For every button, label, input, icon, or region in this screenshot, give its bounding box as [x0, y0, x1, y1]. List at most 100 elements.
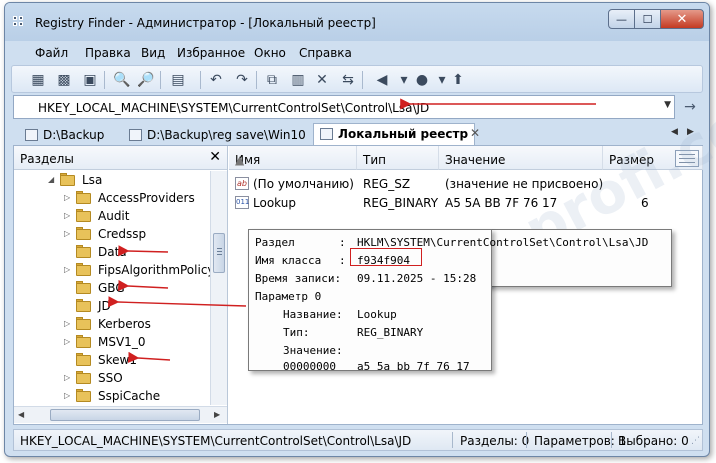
tree-expander-icon[interactable]: ▷ [64, 193, 70, 202]
tooltip-time-label: Время записи: [255, 272, 342, 285]
tree-expander-icon[interactable]: ▷ [64, 319, 70, 328]
table-row[interactable]: ab (По умолчанию) REG_SZ (значение не пр… [229, 175, 703, 193]
class-name-highlight [350, 248, 422, 266]
address-bar[interactable]: HKEY_LOCAL_MACHINE\SYSTEM\CurrentControl… [13, 95, 675, 119]
value-name: (По умолчанию) [253, 177, 354, 191]
toolbar: ▦ ▩ ▣ 🔍 🔎 ▤ ↶ ↷ ⧉ ▥ ✕ ⇆ ◀ ▾ ● ▾ ⬆ [11, 65, 703, 93]
registry-grid-icon[interactable]: ▦ [28, 70, 48, 90]
back-dropdown-icon[interactable]: ▾ [394, 70, 414, 90]
keys-pane: Разделы ✕ ◢ Lsa ▷ AccessProviders ▷ Audit ▷ Cre… [14, 146, 228, 424]
search-icon[interactable]: 🔍 [112, 70, 132, 90]
scroll-left-icon[interactable]: ◀ [18, 410, 24, 419]
tree-expander-icon[interactable]: ▷ [64, 265, 70, 274]
status-bar: HKEY_LOCAL_MACHINE\SYSTEM\CurrentControl… [13, 429, 703, 451]
tab-local-registry[interactable]: Локальный реестр [313, 123, 476, 145]
menu-help[interactable]: Справка [299, 46, 352, 60]
tooltip-class-label: Имя класса [255, 254, 322, 267]
registry-connect-icon[interactable]: ▣ [80, 70, 100, 90]
menu-edit[interactable]: Правка [85, 46, 131, 60]
address-dropdown-icon[interactable]: ▼ [664, 100, 671, 110]
tree-item-label: AccessProviders [98, 191, 195, 205]
column-type[interactable]: Тип [357, 146, 439, 170]
tooltip-section-label: Раздел [255, 236, 295, 249]
address-path[interactable]: HKEY_LOCAL_MACHINE\SYSTEM\CurrentControl… [38, 101, 429, 115]
tab-close-icon[interactable]: ✕ [470, 126, 480, 140]
column-name[interactable]: Имя ▲ [229, 146, 357, 170]
menu-view[interactable]: Вид [141, 46, 165, 60]
export-icon[interactable]: ▤ [168, 70, 188, 90]
tree-item-label: Skew1 [98, 353, 137, 367]
tree-item-label: Lsa [82, 173, 103, 187]
tree-expander-icon[interactable]: ▷ [64, 229, 70, 238]
folder-icon [76, 371, 92, 384]
folder-icon [60, 173, 76, 186]
menu-bar: Файл Правка Вид Избранное Окно Справка [13, 43, 701, 63]
tooltip-sep: : [339, 254, 346, 267]
tree-item-label: Credssp [98, 227, 147, 241]
registry-gear-icon[interactable]: ▩ [54, 70, 74, 90]
menu-file[interactable]: Файл [35, 46, 68, 60]
tree-scroll-thumb[interactable] [213, 233, 225, 273]
menu-favorites[interactable]: Избранное [177, 46, 245, 60]
tree-expander-icon[interactable]: ▷ [64, 391, 70, 400]
redo-icon[interactable]: ↷ [232, 70, 252, 90]
tree-expander-icon[interactable]: ◢ [48, 175, 54, 184]
close-button[interactable]: ✕ [660, 9, 704, 29]
forward-icon[interactable]: ● [412, 70, 432, 90]
tree-horizontal-scrollbar[interactable]: ◀ ▶ [14, 406, 227, 423]
tab-backup[interactable]: D:\Backup [19, 125, 110, 145]
tab-label: D:\Backup [43, 128, 105, 142]
tooltip-time-value: 09.11.2025 - 15:28 [357, 272, 477, 285]
value-data: A5 5A BB 7F 76 17 [445, 196, 558, 210]
key-tree: ◢ Lsa ▷ AccessProviders ▷ Audit ▷ Credssp Data ▷ F… [14, 171, 210, 405]
tree-hscroll-thumb[interactable] [50, 409, 200, 421]
string-value-icon: ab [235, 177, 249, 190]
tree-vertical-scrollbar[interactable] [210, 171, 227, 405]
value-name: Lookup [253, 196, 296, 210]
maximize-button[interactable]: ☐ [634, 9, 661, 29]
keys-pane-close-icon[interactable]: ✕ [209, 149, 221, 165]
drive-icon [25, 129, 38, 141]
minimize-button[interactable]: — [608, 9, 635, 29]
back-icon[interactable]: ◀ [372, 70, 392, 90]
column-label: Значение [445, 153, 506, 167]
status-sections: Разделы: 0 [460, 434, 530, 448]
folder-icon [76, 227, 92, 240]
column-value[interactable]: Значение [439, 146, 603, 170]
tree-item-label: Data [98, 245, 127, 259]
tree-expander-icon[interactable]: ▷ [64, 373, 70, 382]
rename-icon[interactable]: ⇆ [338, 70, 358, 90]
folder-icon [76, 335, 92, 348]
status-params: Параметров: 1 [534, 434, 627, 448]
binary-value-icon: 011 [235, 196, 249, 209]
delete-icon[interactable]: ✕ [312, 70, 332, 90]
tab-scroll-left-icon[interactable]: ◀ [671, 127, 678, 137]
copy-icon[interactable]: ⧉ [262, 70, 282, 90]
tab-backup-win10[interactable]: D:\Backup\reg save\Win10 [123, 125, 312, 145]
view-grid-icon[interactable] [675, 150, 699, 167]
folder-icon [76, 191, 92, 204]
table-row[interactable]: 011 Lookup REG_BINARY A5 5A BB 7F 76 17 … [229, 194, 703, 212]
resize-grip-icon[interactable]: ⋰ [691, 436, 700, 446]
paste-icon[interactable]: ▥ [288, 70, 308, 90]
folder-icon [76, 389, 92, 402]
menu-window[interactable]: Окно [254, 46, 286, 60]
up-level-icon[interactable]: ⬆ [448, 70, 468, 90]
value-type: REG_SZ [363, 177, 411, 191]
app-icon [13, 16, 29, 30]
tree-item-label: FipsAlgorithmPolicy [98, 263, 210, 277]
scroll-right-icon[interactable]: ▶ [214, 410, 220, 419]
window-title: Registry Finder - Администратор - [Локал… [35, 16, 376, 30]
tab-scroll-right-icon[interactable]: ▶ [687, 127, 694, 137]
tree-expander-icon[interactable]: ▷ [64, 337, 70, 346]
go-arrow-icon[interactable]: → [681, 99, 699, 115]
undo-icon[interactable]: ↶ [206, 70, 226, 90]
tree-expander-icon[interactable]: ▷ [64, 211, 70, 220]
tree-item-label: GBG [98, 281, 125, 295]
title-bar[interactable]: Registry Finder - Администратор - [Локал… [5, 3, 709, 41]
tooltip-name-value: Lookup [357, 308, 397, 321]
tree-item-label: Audit [98, 209, 130, 223]
tooltip-param-label: Параметр 0 [255, 290, 322, 303]
sort-caret-icon: ▲ [235, 153, 245, 167]
replace-icon[interactable]: 🔎 [136, 70, 156, 90]
